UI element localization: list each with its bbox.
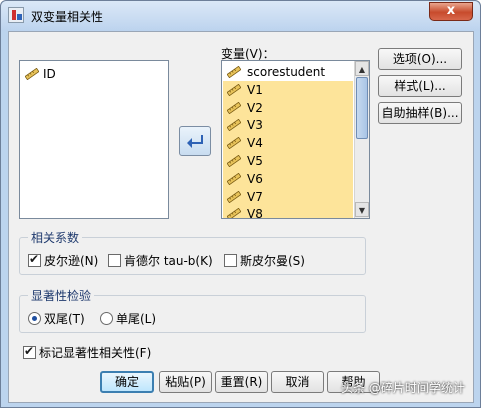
- pearson-checkbox[interactable]: [28, 252, 41, 267]
- ruler-icon: [227, 155, 241, 167]
- list-item-label: V7: [247, 189, 263, 204]
- two-tailed-label: 双尾(T): [44, 312, 85, 326]
- list-item-label: V5: [247, 154, 263, 168]
- spearman-checkbox[interactable]: [224, 254, 237, 267]
- ruler-icon: [227, 137, 241, 150]
- list-item[interactable]: V3: [223, 116, 353, 135]
- scroll-down-icon[interactable]: ▼: [355, 202, 369, 217]
- ruler-icon: [227, 101, 241, 114]
- ruler-icon: [227, 119, 241, 132]
- spearman-label: 斯皮尔曼(S): [240, 254, 305, 268]
- list-item-label: V4: [247, 136, 263, 151]
- variables-list[interactable]: scorestudent V1 V2 V3 V4 V5 V6 V7 V8 ▲ ▼: [221, 60, 370, 219]
- move-variable-button[interactable]: [179, 126, 211, 156]
- source-variable-list[interactable]: ID: [19, 60, 169, 219]
- list-item-label: V8: [247, 207, 263, 219]
- one-tailed-label: 单尾(L): [116, 312, 157, 326]
- arrow-left-icon: [187, 135, 203, 148]
- one-tailed-radio[interactable]: [100, 312, 113, 325]
- paste-button[interactable]: 粘贴(P): [159, 371, 212, 393]
- scroll-thumb[interactable]: [356, 77, 368, 139]
- ruler-icon: [227, 208, 241, 218]
- list-item-label: V1: [247, 82, 263, 97]
- dialog-body: ID 变量(V)： scorestudent V1 V2 V3 V4 V5 V6 V7 V8 ▲…: [8, 31, 474, 403]
- correlation-coefficients-group: 相关系数 皮尔逊(N) 肯德尔 tau-b(K) 斯皮尔曼(S): [19, 229, 366, 275]
- scroll-up-icon[interactable]: ▲: [355, 61, 369, 76]
- list-item[interactable]: V1: [223, 80, 353, 99]
- ruler-icon: [227, 66, 241, 78]
- significance-test-group: 显著性检验 双尾(T) 单尾(L): [19, 287, 366, 333]
- options-button[interactable]: 选项(O)...: [378, 48, 462, 70]
- list-item[interactable]: scorestudent: [223, 63, 353, 81]
- list-item-label: scorestudent: [247, 65, 326, 79]
- watermark-text: 头条 @碎片时间学统计: [341, 381, 465, 395]
- list-item-label: V6: [247, 171, 263, 186]
- reset-button[interactable]: 重置(R): [215, 371, 268, 393]
- group-title: 显著性检验: [28, 287, 95, 304]
- pearson-label: 皮尔逊(N): [44, 254, 99, 268]
- list-item-label: V2: [247, 100, 263, 115]
- window-title: 双变量相关性: [31, 10, 104, 24]
- list-item[interactable]: V7: [223, 187, 353, 206]
- ruler-icon: [227, 190, 241, 203]
- kendall-label: 肯德尔 tau-b(K): [124, 254, 213, 268]
- list-item[interactable]: V8: [223, 205, 353, 219]
- bivariate-correlations-dialog: 双变量相关性 x ID 变量(V)： scorestudent V1 V2 V3…: [0, 0, 481, 408]
- close-button[interactable]: x: [429, 2, 473, 21]
- title-bar[interactable]: 双变量相关性 x: [1, 1, 480, 31]
- kendall-checkbox[interactable]: [108, 254, 121, 267]
- bootstrap-button[interactable]: 自助抽样(B)...: [378, 102, 462, 124]
- list-item-label: ID: [43, 67, 56, 81]
- variables-scrollbar[interactable]: ▲ ▼: [354, 61, 369, 218]
- list-item-label: V3: [247, 118, 263, 133]
- ruler-icon: [227, 172, 241, 185]
- ruler-icon: [25, 68, 39, 80]
- list-item[interactable]: V5: [223, 152, 353, 170]
- list-item[interactable]: V4: [223, 134, 353, 153]
- flag-significant-checkbox[interactable]: [23, 344, 36, 359]
- list-item[interactable]: V2: [223, 98, 353, 117]
- ok-button[interactable]: 确定: [100, 371, 154, 393]
- cancel-button[interactable]: 取消: [271, 371, 324, 393]
- ruler-icon: [227, 83, 241, 96]
- flag-significant-label: 标记显著性相关性(F): [39, 346, 152, 360]
- group-title: 相关系数: [28, 229, 83, 246]
- two-tailed-radio[interactable]: [28, 312, 41, 325]
- list-item[interactable]: V6: [223, 169, 353, 188]
- app-icon: [8, 7, 24, 23]
- style-button[interactable]: 样式(L)...: [378, 75, 462, 97]
